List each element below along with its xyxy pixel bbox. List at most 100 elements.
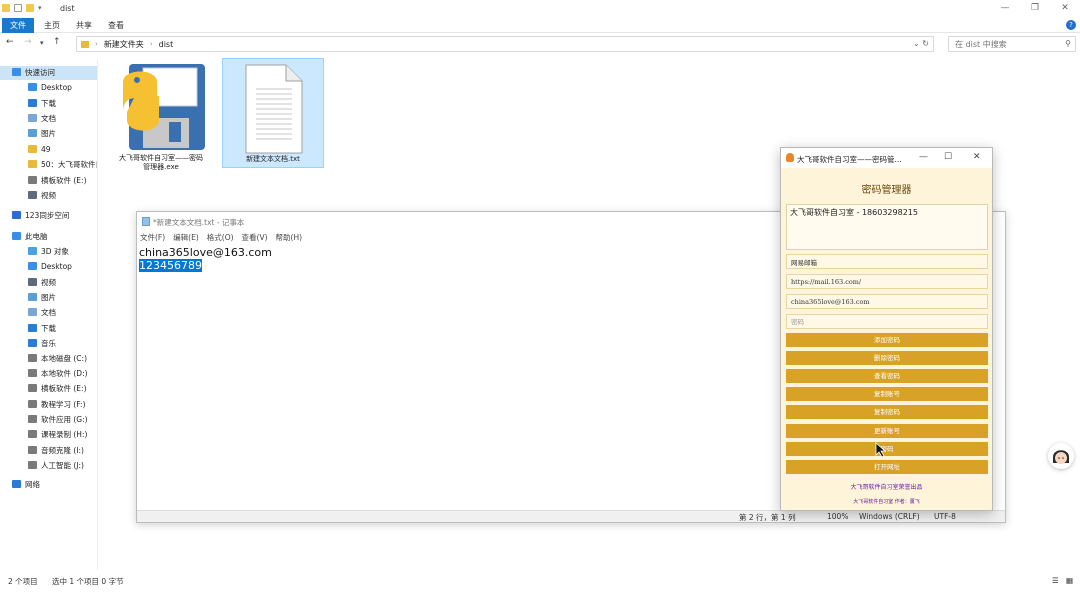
sidebar-item-label: 图片	[41, 293, 56, 302]
maximize-button[interactable]: ☐	[944, 152, 952, 162]
sidebar-item[interactable]: 图片	[0, 127, 97, 141]
maximize-button[interactable]: ❐	[1020, 3, 1050, 13]
file-item-txt[interactable]: 新建文本文档.txt	[222, 58, 324, 168]
site-field[interactable]	[786, 254, 988, 269]
download-icon	[28, 99, 37, 107]
sidebar-item-label: 123同步空间	[25, 211, 70, 220]
url-field[interactable]	[786, 274, 988, 289]
text-file-icon	[245, 64, 303, 154]
copy-account-button[interactable]: 复制账号	[786, 387, 988, 401]
tab-share[interactable]: 共享	[70, 18, 98, 33]
video-icon	[28, 278, 37, 286]
menu-help[interactable]: 帮助(H)	[276, 232, 303, 244]
drive-icon	[28, 400, 37, 408]
info-textarea[interactable]: 大飞哥软件自习室 - 18603298215	[786, 204, 988, 250]
site-input[interactable]	[787, 255, 987, 268]
sidebar-item-label: 50：大飞哥软件自习室	[41, 160, 97, 169]
refresh-icon[interactable]: ⌄ ↻	[913, 39, 929, 48]
sidebar-item[interactable]: 50：大飞哥软件自习室	[0, 158, 97, 172]
notepad-statusbar: 第 2 行，第 1 列 100% Windows (CRLF) UTF-8	[137, 510, 1005, 522]
drive-icon	[28, 446, 37, 454]
account-field[interactable]	[786, 294, 988, 309]
add-password-button[interactable]: 添加密码	[786, 333, 988, 347]
sidebar-item[interactable]: 视频	[0, 276, 97, 290]
update-account-button[interactable]: 更新账号	[786, 424, 988, 438]
file-name: 大飞哥软件自习室——密码	[119, 154, 203, 162]
password-field[interactable]	[786, 314, 988, 329]
close-button[interactable]: ✕	[973, 152, 981, 162]
address-bar[interactable]: › 新建文件夹 › dist ⌄ ↻	[76, 36, 934, 52]
sidebar-item-label: 下载	[41, 324, 56, 333]
menu-view[interactable]: 查看(V)	[242, 232, 268, 244]
help-icon[interactable]: ?	[1066, 20, 1076, 30]
new-folder-icon[interactable]	[26, 4, 34, 12]
customize-toolbar-icon[interactable]: ▾	[38, 4, 42, 12]
delete-password-button[interactable]: 删除密码	[786, 351, 988, 365]
drive-icon	[28, 354, 37, 362]
minimize-button[interactable]: —	[990, 3, 1020, 13]
sidebar-item[interactable]: 音乐	[0, 337, 97, 351]
sidebar-item[interactable]: 人工智能 (J:)	[0, 459, 97, 473]
sidebar-item[interactable]: 此电脑	[0, 230, 97, 244]
tab-file[interactable]: 文件	[2, 18, 34, 33]
sidebar-item[interactable]: 横板软件 (E:)	[0, 174, 97, 188]
sidebar-item[interactable]: 文档	[0, 306, 97, 320]
menu-edit[interactable]: 编辑(E)	[173, 232, 199, 244]
update-password-button[interactable]: 密码	[786, 442, 988, 456]
menu-format[interactable]: 格式(O)	[207, 232, 234, 244]
sidebar-item-label: 视频	[41, 278, 56, 287]
breadcrumb-item[interactable]: dist	[159, 40, 174, 49]
avatar[interactable]	[1048, 443, 1074, 469]
url-input[interactable]	[787, 275, 987, 288]
sidebar-item[interactable]: 123同步空间	[0, 209, 97, 223]
explorer-titlebar: ▾ dist — ❐ ✕	[0, 0, 1080, 18]
ribbon: 文件 主页 共享 查看 ?	[0, 18, 1080, 33]
sidebar-item[interactable]: 文档	[0, 112, 97, 126]
sidebar-item[interactable]: 下载	[0, 97, 97, 111]
minimize-button[interactable]: —	[919, 152, 928, 162]
breadcrumb-item[interactable]: 新建文件夹	[104, 39, 144, 50]
sidebar-item[interactable]: 本地磁盘 (C:)	[0, 352, 97, 366]
sidebar-item[interactable]: 教程学习 (F:)	[0, 398, 97, 412]
notepad-editor[interactable]: china365love@163.com 123456789	[139, 246, 272, 272]
search-box[interactable]: ⚲	[948, 36, 1076, 52]
large-icons-view-icon[interactable]: ▦	[1066, 576, 1073, 585]
copy-password-button[interactable]: 复制密码	[786, 405, 988, 419]
search-input[interactable]	[949, 37, 1059, 51]
details-view-icon[interactable]: ☰	[1052, 576, 1059, 585]
forward-button[interactable]: →	[24, 37, 32, 47]
avatar-face-icon	[1049, 444, 1073, 468]
file-item-exe[interactable]: 大飞哥软件自习室——密码 管理器.exe	[108, 58, 214, 178]
sidebar-item[interactable]: 49	[0, 143, 97, 157]
tab-home[interactable]: 主页	[38, 18, 66, 33]
cloud-icon	[12, 211, 21, 219]
password-input[interactable]	[787, 315, 987, 328]
close-button[interactable]: ✕	[1050, 3, 1080, 13]
sidebar-item[interactable]: 本地软件 (D:)	[0, 367, 97, 381]
sidebar-item[interactable]: 课程录制 (H:)	[0, 428, 97, 442]
sidebar-item[interactable]: 图片	[0, 291, 97, 305]
drive-icon	[28, 176, 37, 184]
back-button[interactable]: ←	[6, 37, 14, 47]
sidebar-item[interactable]: 下载	[0, 322, 97, 336]
sidebar-item[interactable]: Desktop	[0, 81, 97, 95]
sidebar-item[interactable]: 软件应用 (G:)	[0, 413, 97, 427]
sidebar-item[interactable]: 音频克隆 (I:)	[0, 444, 97, 458]
sidebar-item-label: 下载	[41, 99, 56, 108]
pm-titlebar: 大飞哥软件自习室——密码管... — ☐ ✕	[781, 148, 992, 168]
sidebar-item[interactable]: 3D 对象	[0, 245, 97, 259]
sidebar-item[interactable]: 视频	[0, 189, 97, 203]
properties-icon[interactable]	[14, 4, 22, 12]
up-button[interactable]: ↑	[53, 37, 61, 47]
account-input[interactable]	[787, 295, 987, 308]
sidebar-item[interactable]: 快速访问	[0, 66, 97, 80]
sidebar-item[interactable]: 网络	[0, 478, 97, 492]
navigation-pane: 快速访问Desktop下载文档图片4950：大飞哥软件自习室横板软件 (E:)视…	[0, 60, 98, 570]
open-url-button[interactable]: 打开网址	[786, 460, 988, 474]
tab-view[interactable]: 查看	[102, 18, 130, 33]
sidebar-item[interactable]: 横板软件 (E:)	[0, 382, 97, 396]
menu-file[interactable]: 文件(F)	[140, 232, 165, 244]
view-password-button[interactable]: 查看密码	[786, 369, 988, 383]
sidebar-item[interactable]: Desktop	[0, 260, 97, 274]
recent-locations-icon[interactable]: ▾	[40, 39, 44, 47]
